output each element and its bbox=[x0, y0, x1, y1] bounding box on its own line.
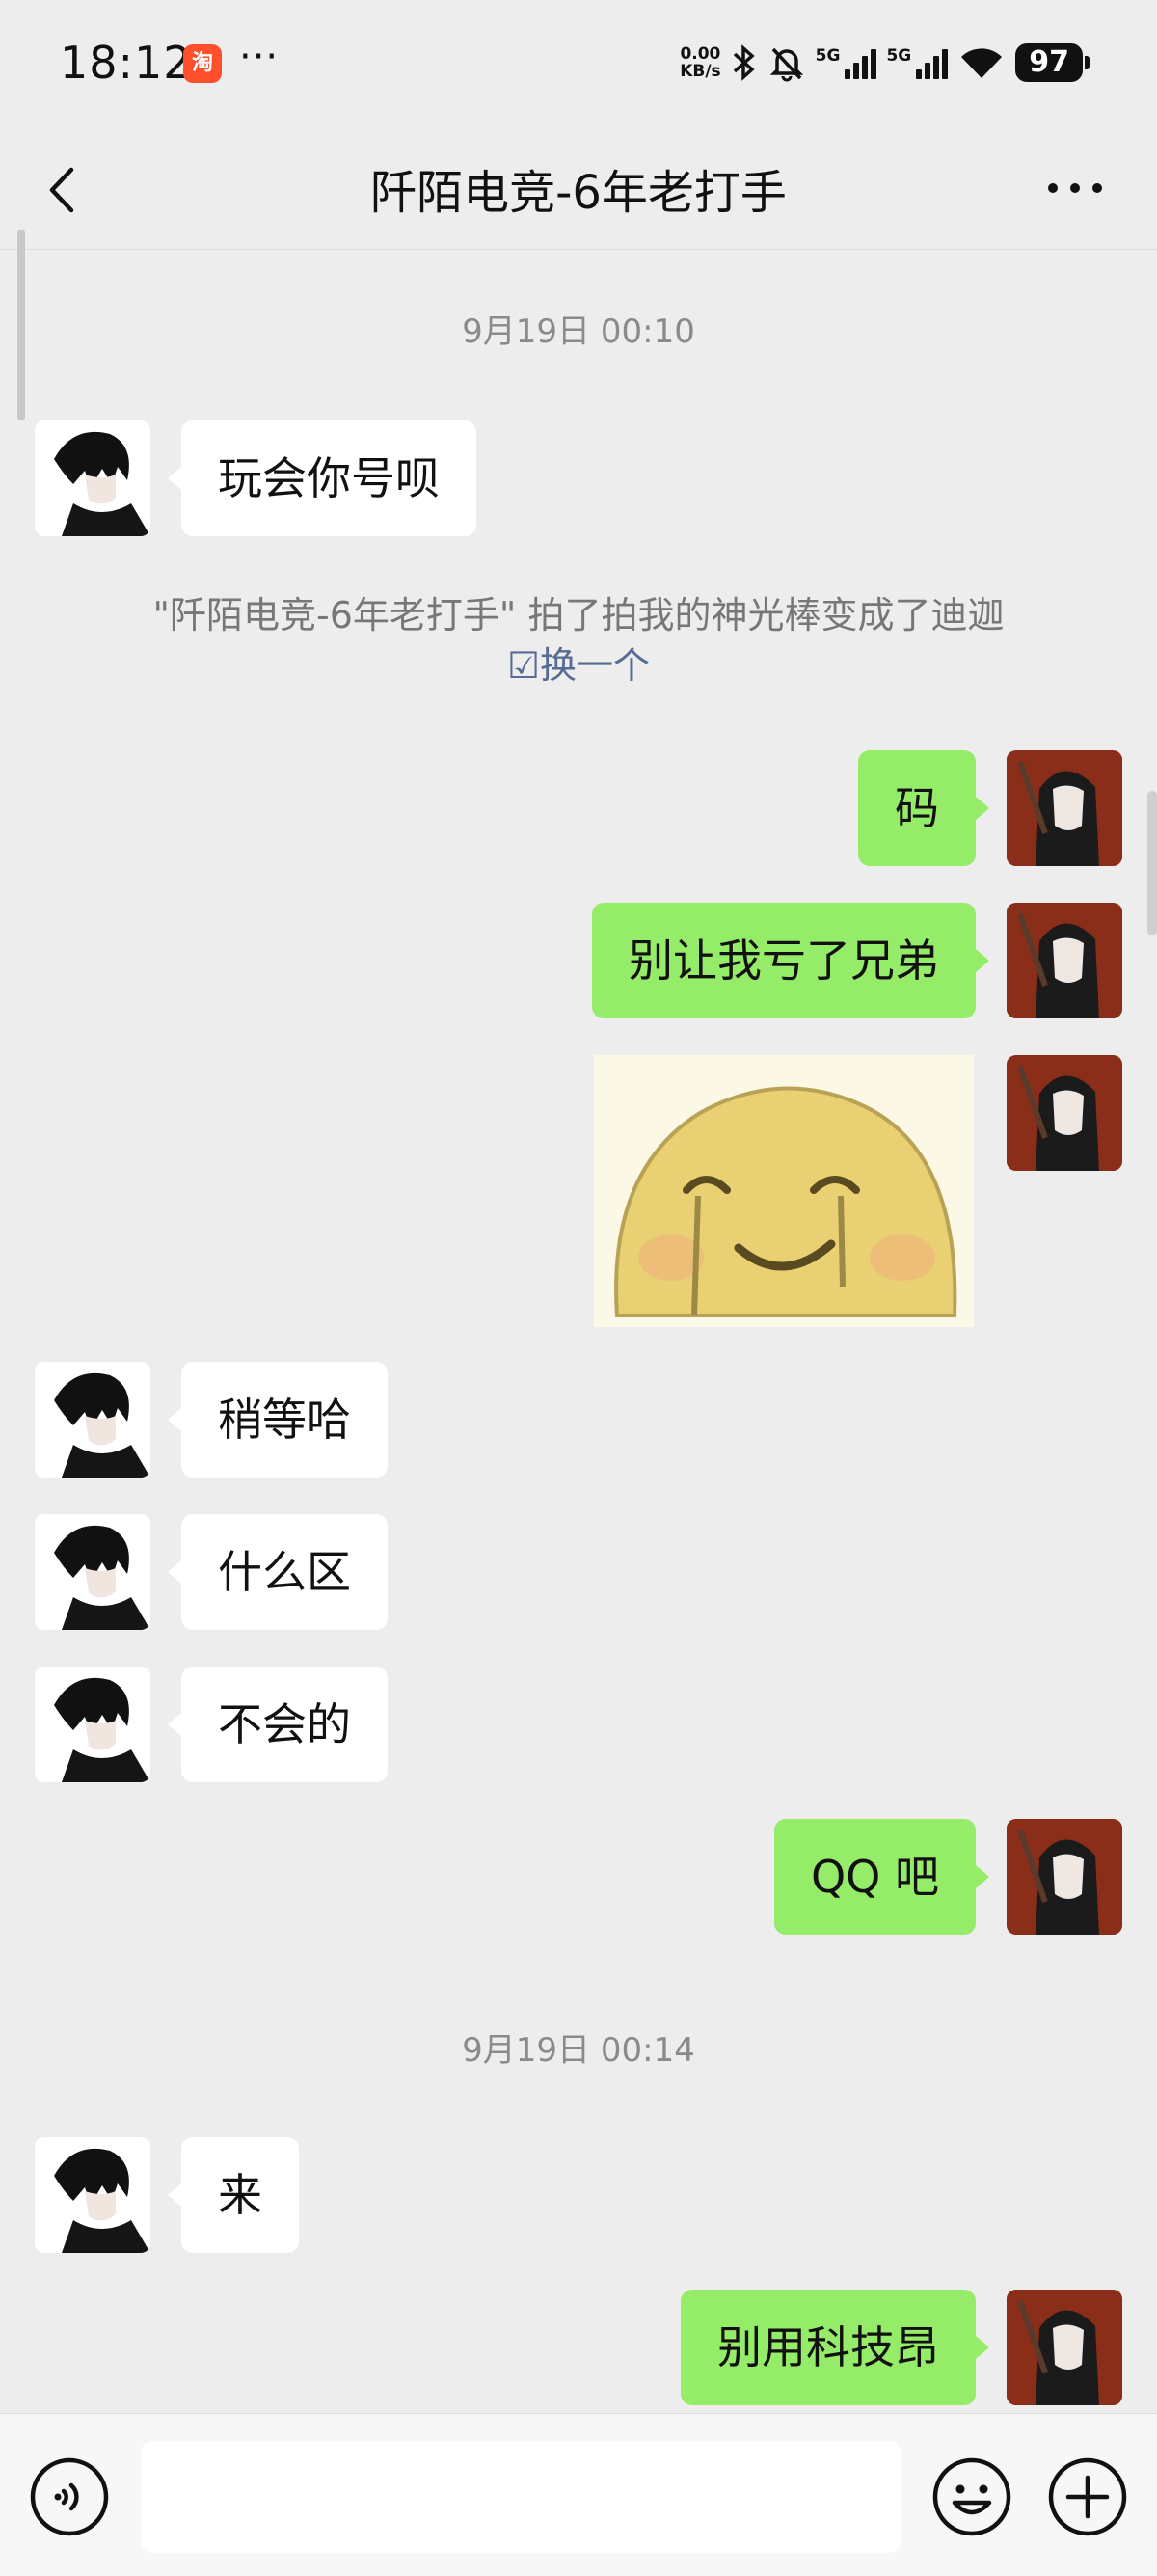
system-message: "阡陌电竞-6年老打手" 拍了拍我的神光棒变成了迪迦 ☑换一个 bbox=[58, 590, 1099, 691]
message-incoming[interactable]: 玩会你号呗 bbox=[168, 420, 476, 536]
sticker-message[interactable] bbox=[594, 1055, 974, 1327]
avatar-image bbox=[35, 1514, 150, 1630]
avatar-image bbox=[1007, 750, 1122, 866]
chat-header: 阡陌电竞-6年老打手 bbox=[0, 135, 1157, 251]
taobao-app-icon: 淘 bbox=[183, 44, 222, 83]
message-outgoing[interactable]: QQ 吧 bbox=[773, 1819, 990, 1935]
status-bar: 18:12 淘 ··· 0.00 KB/s 5G 5G 97 bbox=[0, 0, 1157, 135]
message-incoming[interactable]: 什么区 bbox=[168, 1514, 388, 1630]
edit-icon: ☑ bbox=[506, 644, 541, 687]
contact-avatar[interactable] bbox=[35, 1667, 150, 1782]
my-avatar[interactable] bbox=[1007, 1819, 1122, 1935]
my-avatar[interactable] bbox=[1007, 750, 1122, 866]
status-icons: 0.00 KB/s 5G 5G 97 bbox=[680, 39, 1090, 87]
avatar-image bbox=[35, 420, 150, 536]
signal-2: 5G bbox=[886, 46, 949, 79]
bluetooth-icon bbox=[731, 43, 758, 82]
signal-1: 5G bbox=[816, 46, 877, 79]
contact-avatar[interactable] bbox=[35, 1362, 150, 1478]
crying-smile-sticker bbox=[594, 1055, 974, 1327]
avatar-image bbox=[1007, 1055, 1122, 1171]
avatar-image bbox=[1007, 903, 1122, 1018]
input-bar bbox=[0, 2413, 1157, 2576]
battery-level: 97 bbox=[1015, 43, 1083, 82]
wifi-icon bbox=[957, 43, 1006, 82]
timestamp: 9月19日 00:14 bbox=[462, 2031, 695, 2070]
message-outgoing[interactable]: 码 bbox=[858, 750, 989, 866]
message-incoming[interactable]: 稍等哈 bbox=[168, 1362, 388, 1478]
mute-bell-icon bbox=[767, 43, 806, 82]
voice-icon bbox=[30, 2457, 109, 2536]
change-link-label: 换一个 bbox=[540, 644, 651, 687]
network-2-label: 5G bbox=[886, 46, 912, 66]
status-time: 18:12 bbox=[60, 37, 193, 89]
avatar-image bbox=[1007, 1819, 1122, 1935]
emoji-button[interactable] bbox=[931, 2456, 1012, 2537]
more-button[interactable] bbox=[1041, 164, 1109, 212]
scrollbar-thumb[interactable] bbox=[1147, 791, 1157, 935]
net-speed: 0.00 KB/s bbox=[680, 45, 720, 80]
contact-avatar[interactable] bbox=[35, 420, 150, 536]
message-input[interactable] bbox=[141, 2441, 901, 2553]
message-incoming[interactable]: 不会的 bbox=[168, 1667, 388, 1782]
emoji-icon bbox=[932, 2457, 1011, 2536]
avatar-image bbox=[35, 1667, 150, 1782]
more-actions-button[interactable] bbox=[1047, 2456, 1128, 2537]
contact-avatar[interactable] bbox=[35, 2137, 150, 2253]
battery-tip bbox=[1085, 56, 1090, 69]
net-speed-unit: KB/s bbox=[680, 62, 721, 81]
my-avatar[interactable] bbox=[1007, 2290, 1122, 2405]
message-outgoing[interactable]: 别用科技昂 bbox=[681, 2290, 989, 2405]
header-divider bbox=[0, 249, 1157, 250]
plus-icon bbox=[1048, 2457, 1127, 2536]
voice-button[interactable] bbox=[29, 2456, 110, 2537]
my-avatar[interactable] bbox=[1007, 1055, 1122, 1171]
more-icon bbox=[1048, 183, 1102, 193]
message-incoming[interactable]: 来 bbox=[168, 2137, 299, 2253]
contact-avatar[interactable] bbox=[35, 1514, 150, 1630]
my-avatar[interactable] bbox=[1007, 903, 1122, 1018]
net-speed-value: 0.00 bbox=[680, 44, 721, 64]
avatar-image bbox=[35, 1362, 150, 1478]
timestamp: 9月19日 00:10 bbox=[462, 312, 695, 351]
network-1-label: 5G bbox=[815, 46, 841, 66]
change-link[interactable]: ☑换一个 bbox=[58, 640, 1099, 691]
avatar-image bbox=[35, 2137, 150, 2253]
avatar-image bbox=[1007, 2290, 1122, 2405]
status-overflow: ··· bbox=[239, 35, 280, 79]
message-outgoing[interactable]: 别让我亏了兄弟 bbox=[592, 903, 989, 1018]
pat-notice: "阡陌电竞-6年老打手" 拍了拍我的神光棒变成了迪迦 bbox=[152, 594, 1005, 637]
chat-title: 阡陌电竞-6年老打手 bbox=[370, 166, 787, 220]
